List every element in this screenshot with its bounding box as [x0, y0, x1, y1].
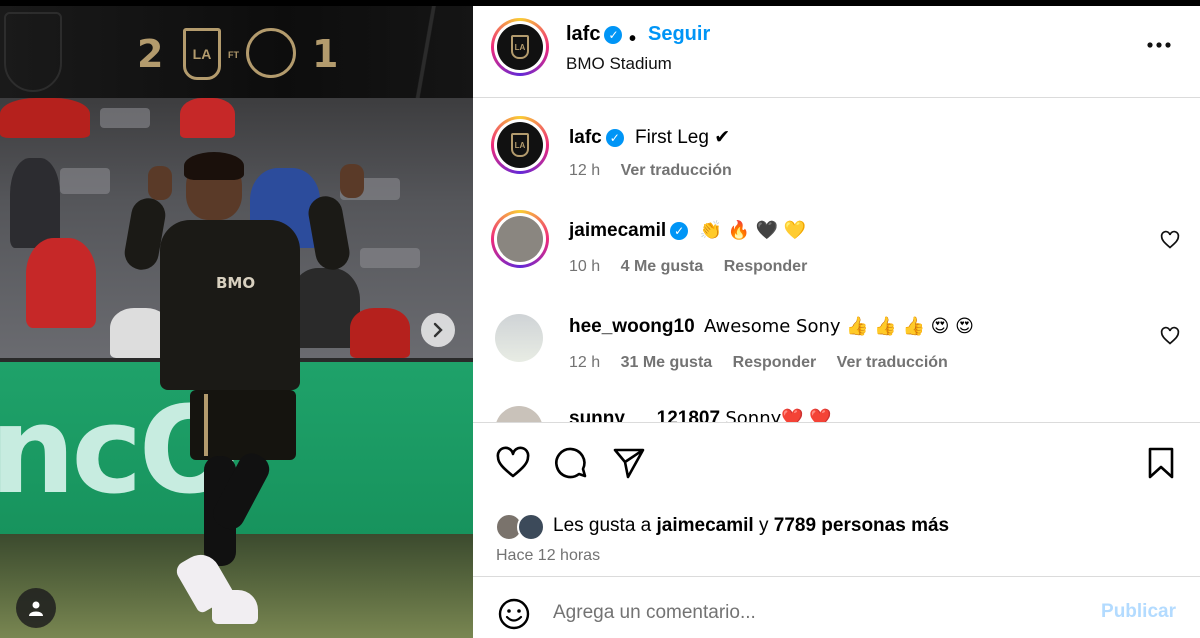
comment-item: sunny___121807 Sonny❤️ ❤️	[473, 406, 1200, 422]
comment-icon[interactable]	[553, 445, 589, 481]
likes-others[interactable]: 7789 personas más	[774, 515, 949, 536]
verified-badge-icon: ✓	[605, 128, 624, 147]
player-hair	[184, 152, 244, 180]
caption-avatar[interactable]: LA	[491, 116, 549, 174]
comments-list[interactable]: LA lafc ✓ First Leg ✔ 12 h Ver traducción…	[473, 98, 1200, 422]
lafc-logo-icon: LA	[511, 133, 529, 157]
verified-badge-icon: ✓	[670, 221, 689, 240]
comment-username[interactable]: hee_woong10	[569, 316, 695, 337]
author-username[interactable]: lafc	[566, 23, 600, 45]
away-score: 1	[312, 32, 339, 76]
likes-prefix: Les gusta a	[553, 515, 652, 536]
tagged-users-button[interactable]	[16, 588, 56, 628]
player-right-boot	[212, 590, 258, 624]
verified-badge-icon: ✓	[604, 25, 623, 44]
comment-like-heart-icon[interactable]	[1160, 230, 1180, 250]
post-details-panel: LA lafc ✓ • Seguir BMO Stadium LA lafc ✓ F…	[473, 6, 1200, 638]
comment-reply-button[interactable]: Responder	[724, 258, 808, 275]
comment-meta: 12 h 31 Me gusta Responder Ver traducció…	[569, 354, 964, 372]
comment-text-row: jaimecamil ✓ 👏 🔥 🖤 💛	[569, 220, 806, 242]
scoreboard-banner: 2 LA FT 1	[0, 6, 473, 98]
comment-text: 👏 🔥 🖤 💛	[699, 220, 807, 241]
smiley-icon[interactable]	[497, 597, 531, 631]
caption-time: 12 h	[569, 162, 601, 179]
post-actions: Les gusta a jaimecamil y 7789 personas m…	[473, 422, 1200, 576]
comment-username[interactable]: jaimecamil	[569, 220, 666, 241]
send-icon[interactable]	[611, 445, 647, 481]
comment-time: 12 h	[569, 354, 601, 371]
caption-row: LA lafc ✓ First Leg ✔ 12 h Ver traducción	[473, 98, 1200, 198]
likes-user[interactable]: jaimecamil	[657, 515, 754, 536]
home-badge-text: LA	[192, 46, 212, 62]
post-header: LA lafc ✓ • Seguir BMO Stadium	[473, 6, 1200, 98]
heart-icon[interactable]	[495, 445, 531, 481]
comment-time: 10 h	[569, 258, 601, 275]
separator-dot: •	[629, 28, 637, 50]
caption-username[interactable]: lafc	[569, 127, 602, 148]
bookmark-icon[interactable]	[1143, 445, 1179, 481]
caption-text: First Leg ✔	[635, 127, 731, 148]
post-timestamp: Hace 12 horas	[496, 547, 601, 564]
comment-username[interactable]: sunny___121807	[569, 408, 720, 422]
user-tag-icon	[29, 601, 43, 616]
comment-meta: 10 h 4 Me gusta Responder	[569, 258, 823, 276]
liker-avatar[interactable]	[517, 513, 545, 541]
commenter-avatar[interactable]	[491, 210, 549, 268]
comment-input[interactable]	[553, 595, 1073, 631]
comment-text: Sonny❤️ ❤️	[725, 408, 832, 422]
comment-like-heart-icon[interactable]	[1160, 326, 1180, 346]
commenter-avatar[interactable]	[495, 314, 543, 362]
caption-translate-link[interactable]: Ver traducción	[621, 162, 732, 179]
likes-and: y	[758, 515, 769, 536]
caption-meta: 12 h Ver traducción	[569, 162, 748, 180]
comment-text-row: sunny___121807 Sonny❤️ ❤️	[569, 408, 832, 422]
player-jersey	[160, 220, 300, 390]
caption-text-row: lafc ✓ First Leg ✔	[569, 126, 730, 149]
author-username-row: lafc ✓	[566, 23, 623, 46]
player-right-hand	[340, 164, 364, 198]
home-score: 2	[137, 32, 164, 76]
comment-text: Awesome Sony 👍 👍 👍 😍 😍	[703, 316, 974, 337]
comment-composer: Publicar	[473, 576, 1200, 638]
next-slide-button[interactable]	[421, 313, 455, 347]
away-team-badge	[246, 28, 296, 78]
comment-item: hee_woong10 Awesome Sony 👍 👍 👍 😍 😍 12 h …	[473, 302, 1200, 398]
player-left-hand	[148, 166, 172, 200]
competition-crest	[4, 12, 62, 92]
more-options-button[interactable]	[1146, 28, 1172, 56]
home-team-badge: LA	[183, 28, 221, 80]
comment-translate-link[interactable]: Ver traducción	[837, 354, 948, 371]
likes-summary[interactable]: Les gusta a jaimecamil y 7789 personas m…	[553, 515, 949, 537]
more-horizontal-icon	[1147, 42, 1171, 48]
banner-decoration	[393, 6, 473, 98]
comment-likes[interactable]: 31 Me gusta	[621, 354, 713, 371]
author-avatar[interactable]: LA	[491, 18, 549, 76]
lafc-logo-icon: LA	[511, 35, 529, 59]
comment-reply-button[interactable]: Responder	[733, 354, 817, 371]
comment-text-row: hee_woong10 Awesome Sony 👍 👍 👍 😍 😍	[569, 316, 974, 338]
follow-button[interactable]: Seguir	[648, 23, 710, 46]
comment-item: jaimecamil ✓ 👏 🔥 🖤 💛 10 h 4 Me gusta Resp…	[473, 200, 1200, 300]
post-media[interactable]: 2 LA FT 1 ncO BMO	[0, 6, 473, 638]
chevron-right-icon	[433, 322, 443, 338]
jersey-sponsor: BMO	[216, 274, 256, 292]
comment-likes[interactable]: 4 Me gusta	[621, 258, 704, 275]
commenter-avatar[interactable]	[495, 406, 543, 422]
post-location[interactable]: BMO Stadium	[566, 54, 672, 74]
full-time-label: FT	[228, 50, 239, 60]
publish-button[interactable]: Publicar	[1101, 601, 1176, 623]
